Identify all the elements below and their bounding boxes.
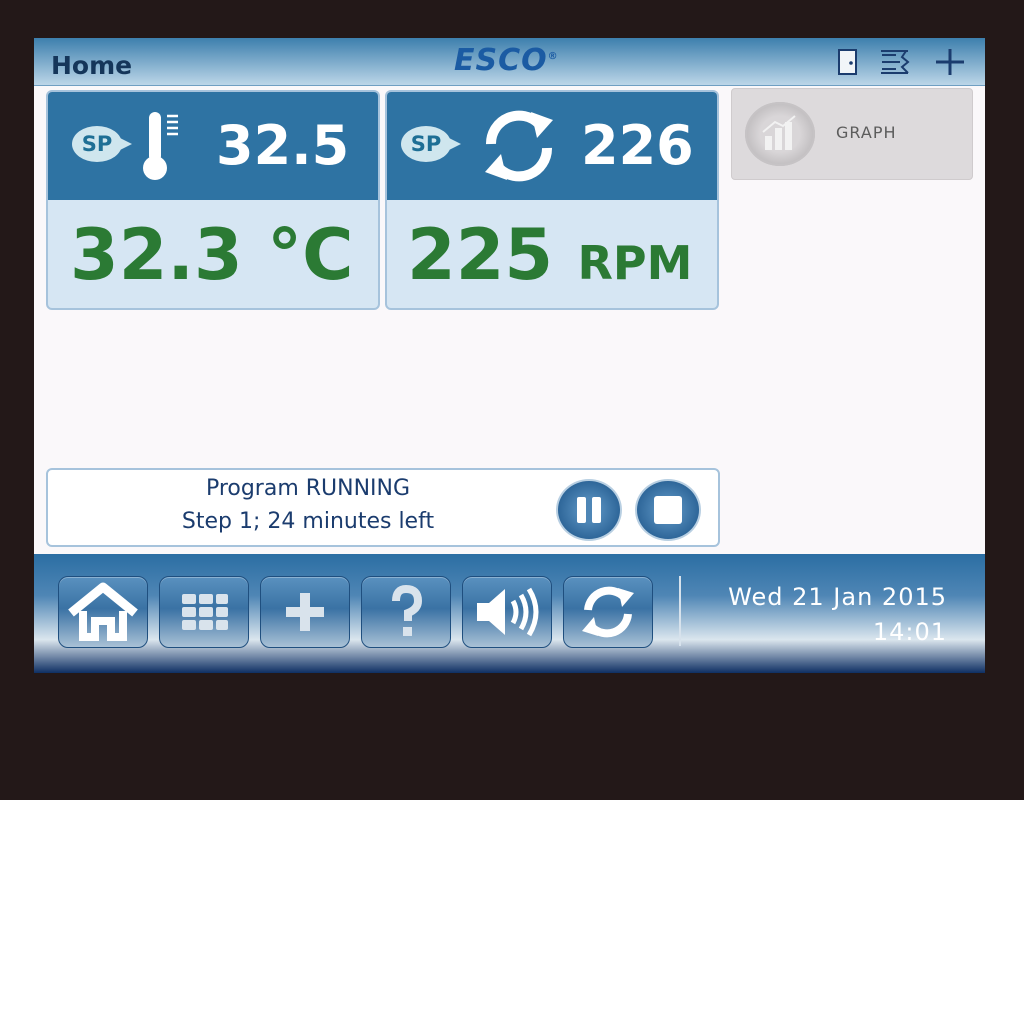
touch-screen: Home ESCO® SP 32.5 32.3 °C SP 226 225 RP… [34, 38, 985, 673]
help-icon [392, 584, 423, 636]
speed-actual-number: 225 [407, 214, 554, 296]
header-bar: Home ESCO® [34, 38, 985, 86]
speaker-icon [477, 587, 539, 637]
speed-sp-label: SP [410, 132, 442, 156]
sound-button[interactable] [462, 576, 552, 648]
speed-sp-badge: SP [401, 125, 461, 163]
add-button[interactable] [260, 576, 350, 648]
temperature-unit: °C [267, 214, 354, 296]
nav-divider [679, 576, 681, 646]
temperature-sp-label: SP [81, 132, 113, 156]
home-button[interactable] [58, 576, 148, 648]
date-display: Wed 21 Jan 2015 [728, 583, 947, 611]
graph-button[interactable]: GRAPH [731, 88, 973, 180]
graph-icon [745, 102, 815, 166]
refresh-button[interactable] [563, 576, 653, 648]
pause-button[interactable] [556, 479, 622, 541]
temperature-setpoint-panel[interactable]: SP 32.5 [48, 92, 378, 200]
speed-actual-value: 225 RPM [407, 214, 692, 296]
bottom-nav-bar: Wed 21 Jan 2015 14:01 [34, 554, 985, 673]
menu-button[interactable] [159, 576, 249, 648]
program-step-text: Step 1; 24 minutes left [181, 509, 435, 534]
page-title: Home [51, 51, 133, 80]
grid-menu-icon [182, 594, 228, 630]
help-button[interactable] [361, 576, 451, 648]
temperature-setpoint-value: 32.5 [216, 114, 350, 177]
temperature-actual-value: 32.3 °C [70, 214, 353, 296]
thermometer-icon [140, 108, 184, 188]
time-display: 14:01 [872, 618, 947, 646]
speed-setpoint-value: 226 [581, 114, 694, 177]
rotation-icon [473, 106, 565, 190]
pause-icon [577, 497, 601, 523]
stop-button[interactable] [635, 479, 701, 541]
temperature-actual-number: 32.3 [70, 214, 243, 296]
brand-logo-text: ESCO [454, 43, 548, 78]
temperature-card[interactable]: SP 32.5 32.3 °C [46, 90, 380, 310]
graph-label: GRAPH [836, 123, 897, 142]
plus-icon[interactable] [932, 47, 968, 77]
temperature-chart-icon[interactable] [878, 47, 918, 77]
door-icon[interactable] [834, 47, 860, 77]
brand-logo: ESCO® [454, 43, 559, 78]
home-icon [68, 582, 138, 641]
temperature-sp-badge: SP [72, 125, 132, 163]
add-icon [286, 593, 324, 631]
speed-actual-panel: 225 RPM [387, 202, 717, 308]
temperature-actual-panel: 32.3 °C [48, 202, 378, 308]
stop-icon [654, 496, 682, 524]
speed-unit: RPM [577, 236, 693, 290]
program-status-text: Program RUNNING [205, 476, 411, 501]
speed-card[interactable]: SP 226 225 RPM [385, 90, 719, 310]
speed-setpoint-panel[interactable]: SP 226 [387, 92, 717, 200]
refresh-icon [582, 586, 634, 638]
program-status-bar: Program RUNNING Step 1; 24 minutes left [46, 468, 720, 547]
